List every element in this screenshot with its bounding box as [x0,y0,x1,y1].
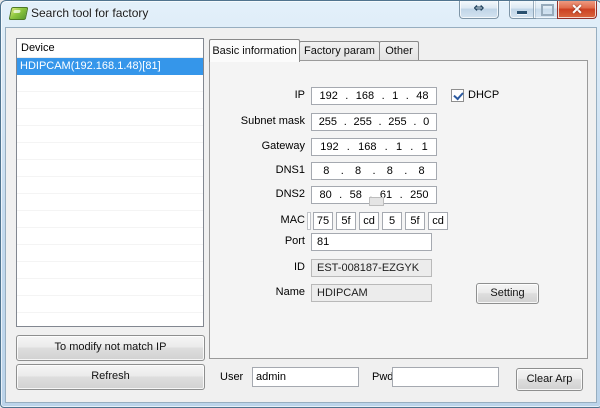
dot: . [372,165,375,177]
minimize-button[interactable] [509,0,536,19]
window-title: Search tool for factory [31,6,148,20]
device-list: HDIPCAM(192.168.1.48)[81] [17,58,203,326]
dot: . [413,116,416,128]
ip-octet: 80 [319,189,331,201]
app-icon[interactable] [9,7,29,20]
ip-octet: 8 [387,165,393,177]
name-value-box: HDIPCAM [311,284,432,302]
tab-basic-information[interactable]: Basic information [209,39,300,62]
modify-ip-button[interactable]: To modify not match IP [16,335,205,361]
dot: . [410,141,413,153]
setting-button[interactable]: Setting [476,283,539,304]
check-icon [453,89,463,100]
dot: . [347,141,350,153]
ip-octet: 168 [356,90,374,102]
id-label: ID [210,261,305,273]
ip-octet: 255 [388,116,406,128]
dot: . [385,141,388,153]
mac-byte-input[interactable]: 5f [336,212,356,230]
ip-octet: 1 [392,90,398,102]
dot: . [379,116,382,128]
pwd-input[interactable] [392,367,499,387]
gateway-input[interactable]: 192. 168. 1. 1 [311,138,437,156]
clear-arp-button[interactable]: Clear Arp [516,368,583,391]
id-row: ID EST-008187-EZGYK [210,259,587,277]
title-bar: Search tool for factory ⇔ [1,1,600,27]
dns2-row: DNS2 80.58.61.250 [210,186,587,204]
minimize-icon [517,11,527,14]
dot: . [406,90,409,102]
dns1-row: DNS1 8. 8. 8. 8 [210,162,587,180]
dns1-label: DNS1 [210,164,305,176]
ip-input[interactable]: 192. 168. 1. 48 [311,87,437,105]
swap-window-button[interactable]: ⇔ [459,0,499,19]
mac-byte-input[interactable]: cd [359,212,379,230]
ip-octet: 8 [419,165,425,177]
app-window: Search tool for factory ⇔ Device HDIPCAM… [0,0,600,408]
port-label: Port [210,235,305,247]
subnet-row: Subnet mask 255. 255. 255. 0 [210,113,587,131]
refresh-button[interactable]: Refresh [16,364,205,390]
ip-octet: 168 [358,141,376,153]
tab-factory-param[interactable]: Factory param [299,41,380,61]
dot: . [339,189,342,201]
port-row: Port 81 [210,233,587,251]
ip-octet: 0 [423,116,429,128]
maximize-button[interactable] [533,0,560,19]
close-button[interactable] [557,0,597,19]
maximize-icon [541,4,554,16]
ip-octet: 255 [353,116,371,128]
double-arrow-icon: ⇔ [460,0,498,17]
dhcp-checkbox[interactable] [451,89,464,102]
ip-octet: 1 [396,141,402,153]
dot: . [345,90,348,102]
dns1-input[interactable]: 8. 8. 8. 8 [311,162,437,180]
dot: . [400,189,403,201]
mac-byte-input[interactable]: 5 [382,212,402,230]
user-input[interactable] [252,367,359,387]
user-label: User [220,371,243,383]
ip-octet: 255 [319,116,337,128]
spinner-artifact [369,197,384,206]
device-list-header: Device [17,39,203,58]
ip-octet: 1 [422,141,428,153]
mac-byte-input[interactable]: 5f [405,212,425,230]
port-input[interactable]: 81 [311,233,432,251]
basic-information-panel: IP 192.168.1.48 DHCP Subnet mask 255.255… [209,60,588,359]
subnet-label: Subnet mask [210,115,305,127]
ip-octet: 8 [355,165,361,177]
gateway-row: Gateway 192. 168. 1. 1 [210,138,587,156]
dot: . [404,165,407,177]
device-list-panel: Device HDIPCAM(192.168.1.48)[81] [16,38,204,327]
mac-row: MAC 75 5f cd 5 5f cd [210,212,587,230]
ip-octet: 250 [410,189,428,201]
ip-octet: 8 [323,165,329,177]
tab-other[interactable]: Other [379,41,419,61]
dns2-label: DNS2 [210,188,305,200]
ip-octet: 192 [319,90,337,102]
ip-label: IP [210,89,305,101]
ip-row: IP 192. 168. 1. 48 [210,87,587,105]
mac-label: MAC [210,214,305,226]
mac-byte-input[interactable]: 75 [313,212,333,230]
dhcp-label: DHCP [468,89,499,101]
mac-byte-input[interactable]: cd [428,212,448,230]
ip-octet: 58 [350,189,362,201]
ip-octet: 192 [320,141,338,153]
mac-inputs: 75 5f cd 5 5f cd [307,212,451,230]
pwd-label: Pwd [372,371,393,383]
subnet-input[interactable]: 255. 255. 255. 0 [311,113,437,131]
id-value-box: EST-008187-EZGYK [311,259,432,277]
mac-box-fragment [307,212,311,230]
dot: . [344,116,347,128]
dot: . [382,90,385,102]
dhcp-field: DHCP [451,88,499,102]
client-area: Device HDIPCAM(192.168.1.48)[81] To modi… [5,27,597,403]
name-label: Name [210,286,305,298]
dot: . [341,165,344,177]
ip-octet: 48 [416,90,428,102]
gateway-label: Gateway [210,140,305,152]
device-list-item[interactable]: HDIPCAM(192.168.1.48)[81] [17,58,203,75]
